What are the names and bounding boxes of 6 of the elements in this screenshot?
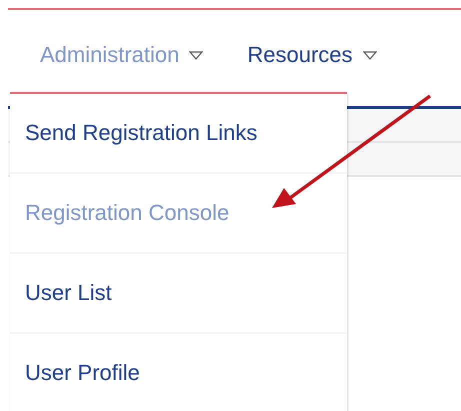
caret-icon <box>189 50 204 60</box>
nav-menu-item[interactable]: Resources <box>247 41 377 69</box>
caret-icon <box>362 50 377 60</box>
menu-item[interactable]: Send Registration Links <box>10 94 347 174</box>
menu-item[interactable]: User List <box>10 254 347 334</box>
menu-item[interactable]: User Profile <box>10 334 347 411</box>
